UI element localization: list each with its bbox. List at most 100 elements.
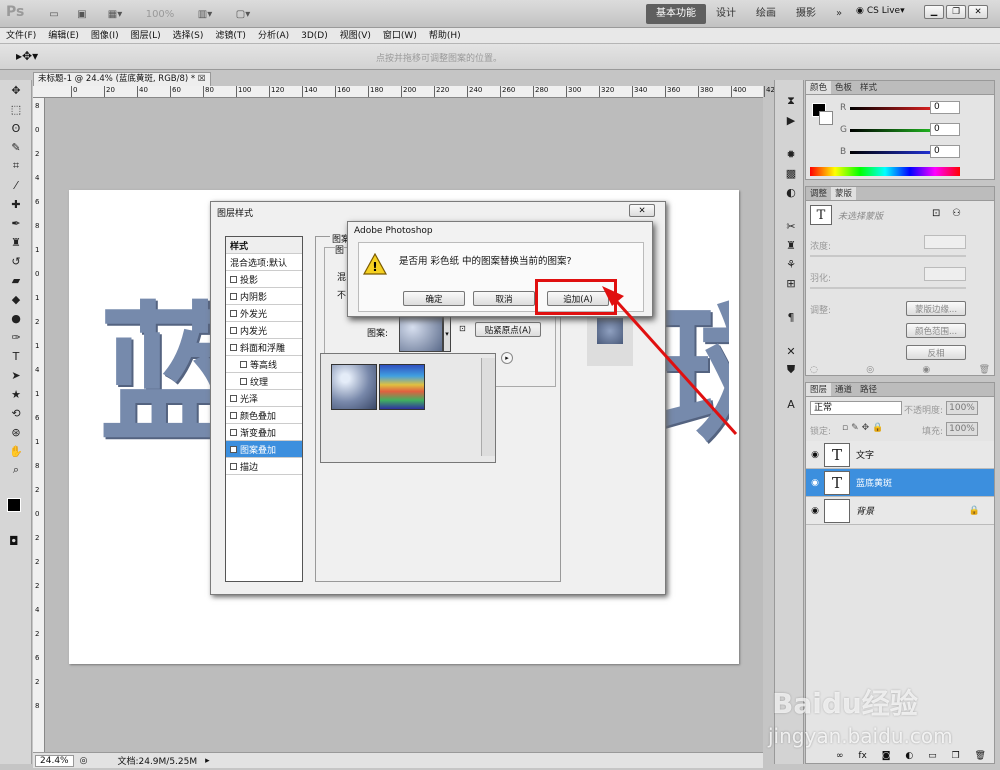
fill-field[interactable]: 100% (946, 422, 978, 436)
bridge-icon[interactable]: ▭ (44, 4, 64, 24)
add-mask-icon[interactable]: ◙ (882, 751, 891, 761)
actions-panel-icon[interactable]: ▶ (779, 111, 803, 129)
layer-row[interactable]: ◉ T 文字 (806, 441, 994, 469)
style-item[interactable]: 内发光 (226, 322, 302, 339)
tab-swatches[interactable]: 色板 (831, 81, 856, 94)
tab-channels[interactable]: 通道 (831, 383, 856, 396)
style-item[interactable]: ✓ 图案叠加 (226, 441, 302, 458)
foreground-color-swatch[interactable] (7, 498, 21, 512)
blend-mode-select[interactable]: 正常 (810, 401, 902, 415)
type-tool-icon[interactable]: T (4, 347, 28, 365)
layer-row[interactable]: ◉ 背景 🔒 (806, 497, 994, 525)
pattern-picker[interactable] (399, 316, 443, 352)
character-panel-icon[interactable]: A (779, 395, 803, 413)
new-group-icon[interactable]: ▭ (928, 751, 937, 761)
eye-icon[interactable]: ◉ (806, 450, 824, 460)
3d-rotate-tool-icon[interactable]: ⟲ (4, 404, 28, 422)
status-menu-icon[interactable]: ▸ (205, 756, 210, 766)
panel-background-swatch[interactable] (819, 111, 833, 125)
color-range-button[interactable]: 颜色范围... (906, 323, 966, 338)
menu-edit[interactable]: 编辑(E) (42, 28, 85, 44)
hand-tool-icon[interactable]: ✋ (4, 442, 28, 460)
navigator-panel-icon[interactable]: ◐ (779, 183, 803, 201)
brush-tool-icon[interactable]: ✒ (4, 214, 28, 232)
vector-mask-icon[interactable]: ⚇ (952, 208, 961, 219)
green-value[interactable]: 0 (930, 123, 960, 136)
cancel-button[interactable]: 取消 (473, 291, 535, 306)
workspace-design[interactable]: 设计 (706, 4, 746, 24)
tool-presets-icon[interactable]: ⊞ (779, 274, 803, 292)
tab-styles[interactable]: 样式 (856, 81, 881, 94)
clone-stamp-tool-icon[interactable]: ♜ (4, 233, 28, 251)
status-icon[interactable]: ◎ (80, 756, 88, 766)
bubble-pattern-swatch[interactable] (331, 364, 377, 410)
document-tab[interactable]: 未标题-1 @ 24.4% (蓝底黄斑, RGB/8) * ☒ (33, 72, 211, 86)
invert-button[interactable]: 反相 (906, 345, 966, 360)
zoom-field[interactable]: 24.4% (35, 754, 74, 767)
more-workspaces-button[interactable]: » (826, 4, 852, 24)
lock-icons[interactable]: ▫✎✥🔒 (842, 423, 886, 433)
tab-layers[interactable]: 图层 (806, 383, 832, 396)
pattern-dropdown-icon[interactable]: ▾ (443, 316, 451, 352)
style-checkbox[interactable] (240, 377, 247, 385)
style-item[interactable]: 纹理 (226, 373, 302, 390)
eyedropper-tool-icon[interactable]: ⁄ (4, 176, 28, 194)
style-checkbox[interactable]: ✓ (230, 445, 237, 453)
cs-live-menu[interactable]: ◉ CS Live ▾ (856, 6, 905, 16)
path-selection-tool-icon[interactable]: ➤ (4, 366, 28, 384)
menu-filter[interactable]: 滤镜(T) (209, 28, 252, 44)
style-checkbox[interactable] (230, 309, 237, 317)
tab-paths[interactable]: 路径 (856, 383, 881, 396)
menu-help[interactable]: 帮助(H) (423, 28, 467, 44)
workspace-essentials[interactable]: 基本功能 (646, 4, 706, 24)
shape-tool-icon[interactable]: ★ (4, 385, 28, 403)
popup-menu-icon[interactable]: ▸ (501, 352, 513, 364)
zoom-tool-icon[interactable]: ⌕ (4, 461, 28, 479)
eye-icon[interactable]: ◉ (806, 478, 824, 488)
snap-origin-button[interactable]: 贴紧原点(A) (475, 322, 541, 337)
dodge-tool-icon[interactable]: ● (4, 309, 28, 327)
green-slider[interactable] (850, 128, 930, 132)
style-item[interactable]: 颜色叠加 (226, 407, 302, 424)
style-item[interactable]: 内阴影 (226, 288, 302, 305)
menu-image[interactable]: 图像(I) (85, 28, 125, 44)
feather-slider[interactable] (810, 287, 966, 289)
link-layers-icon[interactable]: ∞ (836, 751, 844, 761)
brush-presets-icon[interactable]: ✂ (779, 217, 803, 235)
red-value[interactable]: 0 (930, 101, 960, 114)
eye-icon[interactable]: ◉ (806, 506, 824, 516)
style-item[interactable]: 光泽 (226, 390, 302, 407)
measurement-panel-icon[interactable]: ⛊ (779, 361, 803, 379)
style-item[interactable]: 斜面和浮雕 (226, 339, 302, 356)
style-item[interactable]: 描边 (226, 458, 302, 475)
style-checkbox[interactable] (240, 360, 247, 368)
close-button[interactable]: ✕ (968, 5, 988, 19)
menu-view[interactable]: 视图(V) (334, 28, 377, 44)
trash-icon[interactable]: 🗑 (979, 365, 990, 375)
zoom-level-select[interactable]: 100% (140, 4, 180, 24)
new-layer-icon[interactable]: ❐ (952, 751, 960, 761)
eraser-tool-icon[interactable]: ▰ (4, 271, 28, 289)
menu-window[interactable]: 窗口(W) (377, 28, 423, 44)
menu-file[interactable]: 文件(F) (0, 28, 42, 44)
dialog-close-button[interactable]: ✕ (629, 204, 655, 217)
delete-layer-icon[interactable]: 🗑 (975, 751, 986, 761)
style-checkbox[interactable] (230, 428, 237, 436)
styles-header[interactable]: 样式 (226, 237, 302, 254)
adjustments-panel-icon[interactable]: ✹ (779, 145, 803, 163)
style-checkbox[interactable] (230, 275, 237, 283)
tab-adjustments[interactable]: 调整 (806, 187, 831, 200)
tab-color[interactable]: 颜色 (806, 81, 832, 94)
menu-layer[interactable]: 图层(L) (125, 28, 167, 44)
ok-button[interactable]: 确定 (403, 291, 465, 306)
tab-masks[interactable]: 蒙版 (831, 187, 857, 200)
workspace-photography[interactable]: 摄影 (786, 4, 826, 24)
extras-menu-icon[interactable]: ▦▾ (102, 4, 128, 24)
move-tool-icon[interactable]: ✥ (4, 81, 28, 99)
feather-field[interactable] (924, 267, 966, 281)
fx-icon[interactable]: fx (858, 751, 867, 761)
quick-select-tool-icon[interactable]: ✎ (4, 138, 28, 156)
density-slider[interactable] (810, 255, 966, 257)
layer-row[interactable]: ◉ T 蓝底黄斑 (806, 469, 994, 497)
image-panel-icon[interactable]: ▩ (779, 164, 803, 182)
